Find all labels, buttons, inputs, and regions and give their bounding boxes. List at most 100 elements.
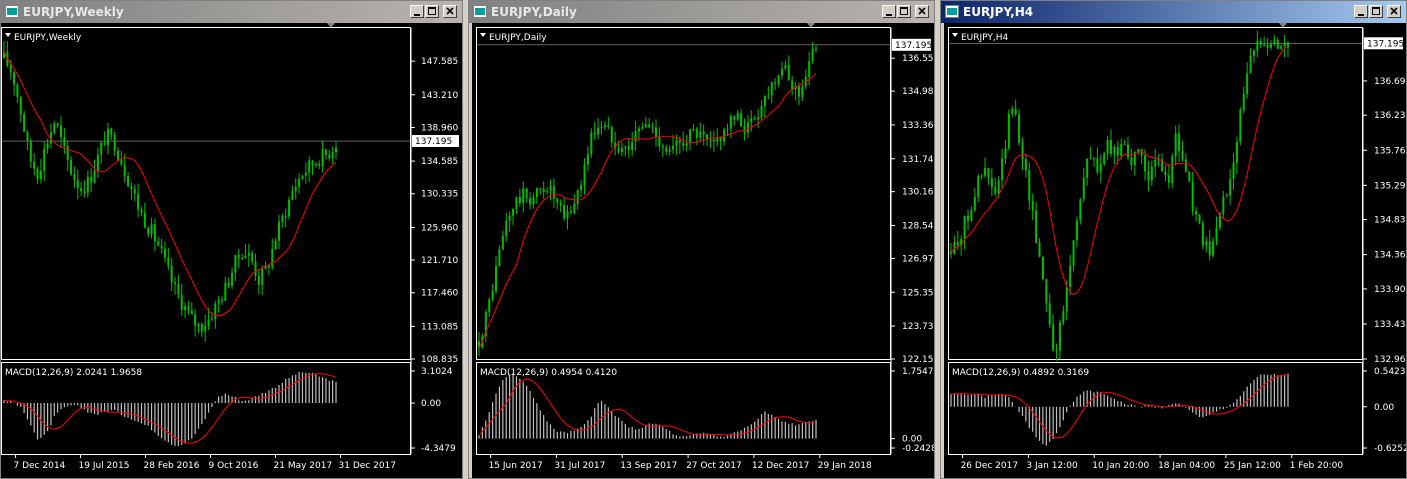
candle-body [1269,43,1272,48]
candle-body [1215,227,1218,242]
h4-chart-svg[interactable]: EURJPY,H4 MACD(12,26,9) 0.4892 0.3169 136.… [944,23,1406,478]
minimize-button[interactable] [882,5,896,18]
candle-body [153,224,156,242]
candle-body [1086,158,1089,178]
candle-body [1021,142,1024,160]
candle-body [1045,279,1048,304]
current-price-label: 137.195 [895,41,932,51]
candle-body [26,131,29,141]
candle-body [1001,158,1004,181]
candle-body [335,148,337,153]
title-bar[interactable]: EURJPY,Daily [469,1,934,23]
candle-body [675,140,678,146]
maximize-button[interactable] [1369,5,1383,18]
candle-body [1283,42,1286,47]
candle-body [70,159,73,175]
close-button[interactable] [1387,5,1401,18]
chart-area[interactable]: EURJPY,Weekly MACD(12,26,9) 2.0241 1.9658… [1,23,462,478]
candle-body [1007,113,1010,149]
candle-body [1178,133,1181,152]
candle-body [815,48,817,50]
candle-body [277,221,280,241]
candle-body [150,224,153,235]
candle-body [177,283,180,295]
candle-body [207,319,210,326]
candle-body [1181,151,1184,160]
candle-body [224,282,227,301]
maximize-button[interactable] [425,5,439,18]
candle-body [532,197,535,205]
close-button[interactable] [443,5,457,18]
candle-body [597,127,600,135]
price-tick-label: 121.710 [421,256,458,266]
candle-body [324,149,327,155]
candle-body [990,178,993,188]
minimize-button[interactable] [1354,5,1368,18]
candle-body [113,134,116,151]
candle-body [90,176,93,183]
candle-body [491,291,494,300]
candle-body [634,131,637,142]
close-icon [1390,7,1398,15]
minimize-icon [1358,14,1364,16]
candle-body [1024,159,1027,171]
candle-body [103,142,106,146]
candle-body [237,254,240,259]
candle-body [1229,179,1232,196]
candle-body [36,168,39,180]
price-tick-label: 125.350 [902,288,934,298]
candle-body [1079,199,1082,221]
macd-tick-label: 0.00 [1374,403,1394,413]
price-tick-label: 136.555 [902,54,934,64]
chart-window-daily[interactable]: EURJPY,Daily EURJPY,Daily MACD(12,26,9) 0… [468,0,935,479]
candle-body [284,216,287,218]
maximize-icon [900,7,908,15]
close-button[interactable] [915,5,929,18]
candle-body [757,117,760,120]
candle-body [1195,211,1198,215]
candle-body [535,188,538,198]
candle-body [1082,177,1085,200]
candle-body [723,129,726,142]
price-tick-label: 130.165 [902,188,934,198]
candle-body [987,168,990,179]
candle-body [685,143,688,146]
price-tick-label: 134.585 [421,157,458,167]
candle-body [736,113,739,120]
candle-body [729,116,732,129]
chart-window-h4[interactable]: EURJPY,H4 EURJPY,H4 MACD(12,26,9) 0.4892 … [940,0,1407,479]
price-tick-label: 143.210 [421,91,458,101]
candle-body [311,160,314,166]
window-title: EURJPY,H4 [963,5,1034,19]
maximize-button[interactable] [897,5,911,18]
chart-area[interactable]: EURJPY,Daily MACD(12,26,9) 0.4954 0.4120 1… [472,23,934,478]
candle-body [777,75,780,84]
candle-body [1273,40,1276,44]
chart-area[interactable]: EURJPY,H4 MACD(12,26,9) 0.4892 0.3169 136.… [944,23,1406,478]
candle-body [984,168,987,176]
candle-body [501,235,504,250]
candle-body [1252,50,1255,56]
candle-body [180,294,183,310]
title-bar[interactable]: EURJPY,Weekly [1,1,462,23]
candle-body [214,303,217,319]
candle-body [13,72,16,85]
candle-body [1120,144,1123,156]
candle-body [651,127,654,129]
daily-chart-svg[interactable]: EURJPY,Daily MACD(12,26,9) 0.4954 0.4120 1… [472,23,934,478]
minimize-button[interactable] [410,5,424,18]
candle-body [505,220,508,236]
candle-body [220,299,223,301]
candle-body [753,118,756,120]
candle-body [522,188,525,204]
candle-body [1174,133,1177,157]
candle-body [559,202,562,206]
chart-window-weekly[interactable]: EURJPY,Weekly EURJPY,Weekly MACD(12,26,9)… [0,0,463,479]
candle-body [1069,265,1072,288]
title-bar[interactable]: EURJPY,H4 [941,1,1406,23]
candle-body [23,114,26,132]
weekly-chart-svg[interactable]: EURJPY,Weekly MACD(12,26,9) 2.0241 1.9658… [1,23,462,478]
macd-tick-label: -0.2428 [902,444,934,454]
candle-body [607,125,610,128]
candle-body [187,306,190,311]
